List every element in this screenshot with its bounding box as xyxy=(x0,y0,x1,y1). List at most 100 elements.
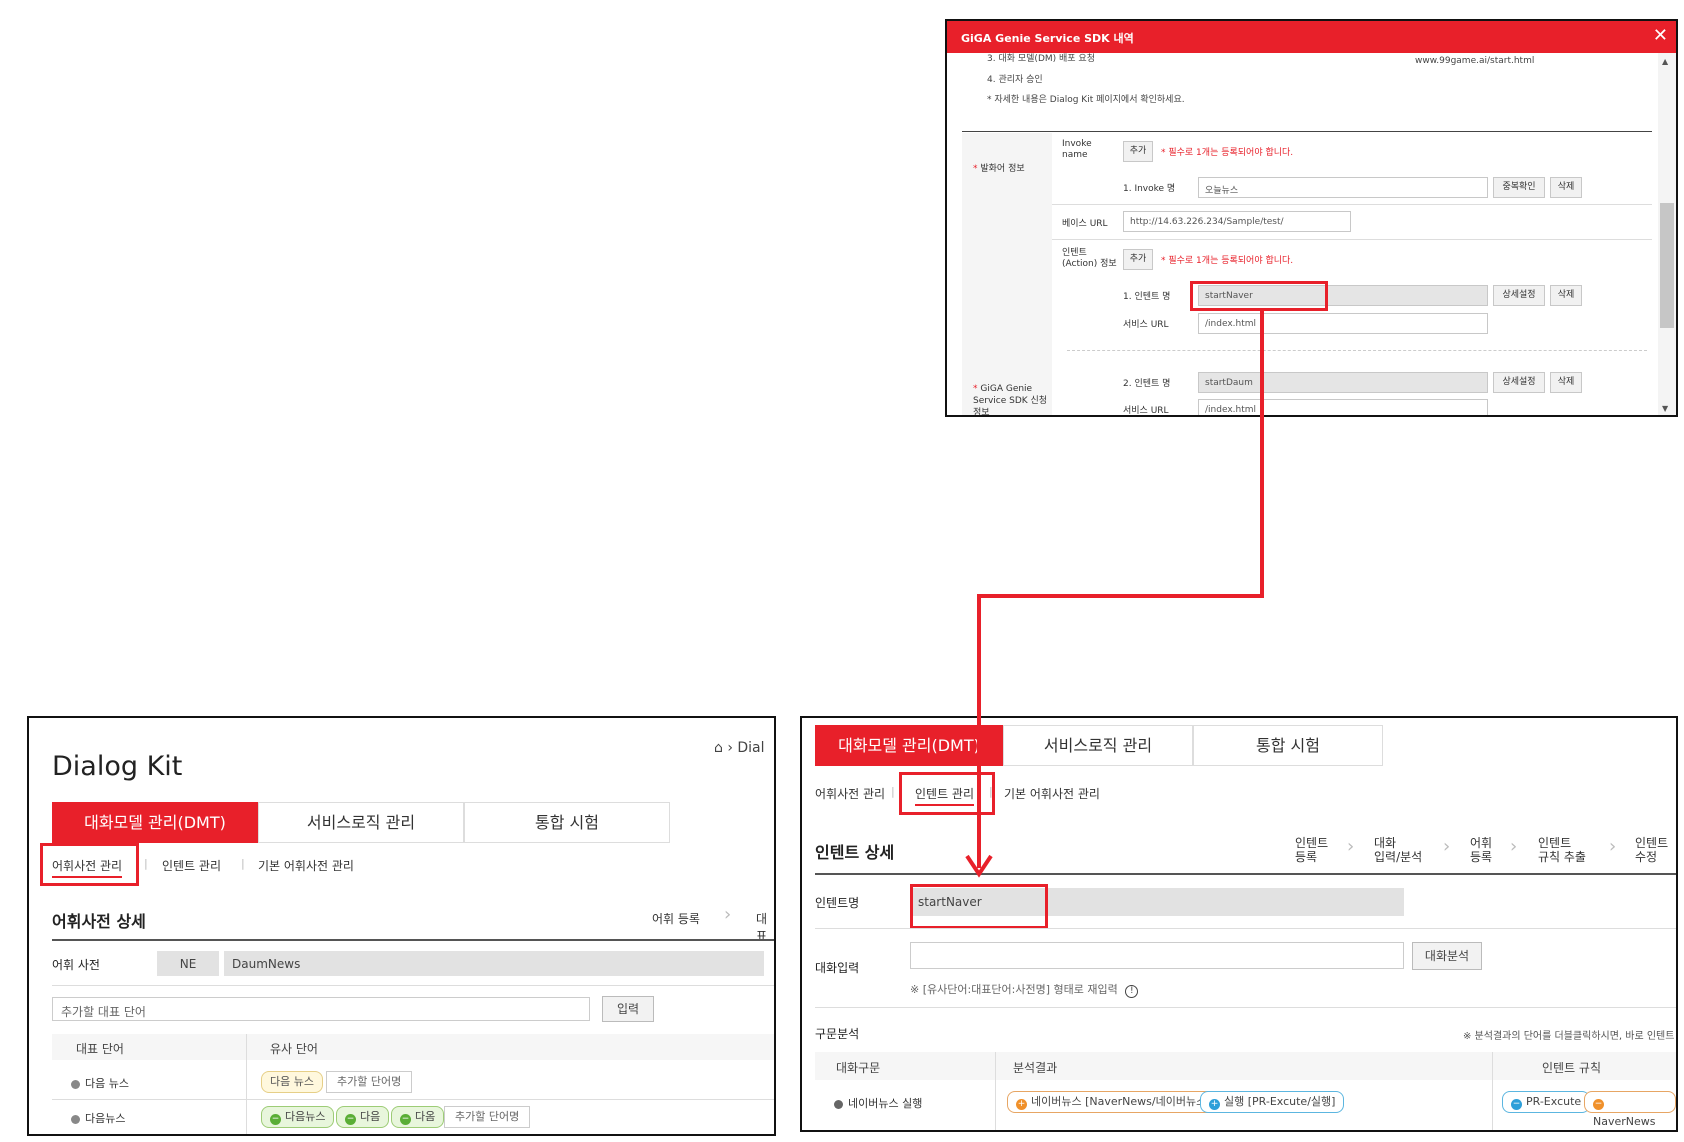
utterance-label: * 발화어 정보 xyxy=(973,164,1025,174)
similar-word-chip[interactable]: − 다음 xyxy=(336,1106,390,1128)
subnav-intent[interactable]: 인텐트 관리 xyxy=(162,857,221,874)
popup-titlebar: GiGA Genie Service SDK 내역 ✕ xyxy=(947,21,1676,53)
main-tabs: 대화모델 관리(DMT) 서비스로직 관리 통합 시험 xyxy=(815,725,1385,766)
delete-invoke-button[interactable]: 삭제 xyxy=(1550,177,1582,198)
divider xyxy=(1052,239,1652,240)
similar-word-chip[interactable]: − 다옴 xyxy=(391,1106,445,1128)
base-url-input[interactable]: http://14.63.226.234/Sample/test/ xyxy=(1123,211,1351,232)
intent-required-note: * 필수로 1개는 등록되어야 합니다. xyxy=(1161,256,1294,266)
subnav-base-dict[interactable]: 기본 어휘사전 관리 xyxy=(258,857,354,874)
intent2-delete-button[interactable]: 삭제 xyxy=(1550,372,1582,393)
tab-integration-test[interactable]: 통합 시험 xyxy=(1193,725,1383,766)
column-divider xyxy=(246,1034,247,1134)
result-chip[interactable]: + 네이버뉴스 [NaverNews/네이버뉴스] xyxy=(1007,1091,1220,1113)
add-icon: + xyxy=(1209,1099,1220,1110)
step-vocab-register: 어휘 등록 xyxy=(1470,836,1493,864)
add-similar-word-input[interactable]: 추가할 단어명 xyxy=(444,1106,531,1128)
add-intent-button[interactable]: 추가 xyxy=(1123,249,1153,270)
subnav-separator: | xyxy=(891,785,895,798)
row-divider xyxy=(52,1099,774,1100)
invoke-required-note: * 필수로 1개는 등록되어야 합니다. xyxy=(1161,148,1294,158)
intent1-label: 1. 인텐트 명 xyxy=(1123,292,1171,302)
service-url-input[interactable]: /index.html xyxy=(1198,313,1488,334)
divider xyxy=(962,131,1652,132)
subnav-vocab-dict[interactable]: 어휘사전 관리 xyxy=(815,785,885,802)
remove-icon: − xyxy=(270,1114,281,1125)
add-similar-word-input[interactable]: 추가할 단어명 xyxy=(326,1071,413,1093)
main-tabs: 대화모델 관리(DMT) 서비스로직 관리 통합 시험 xyxy=(52,802,670,843)
home-icon[interactable]: ⌂ xyxy=(714,740,723,756)
dashed-divider xyxy=(1067,350,1647,351)
table-row[interactable]: 다음뉴스 xyxy=(71,1110,125,1126)
table-header xyxy=(52,1034,774,1060)
section-title: 인텐트 상세 xyxy=(815,843,895,862)
highlight-box xyxy=(910,884,1048,929)
result-chip[interactable]: + 실행 [PR-Excute/실행] xyxy=(1200,1091,1345,1113)
step-vocab-register: 어휘 등록 xyxy=(652,912,700,926)
tab-integration-test[interactable]: 통합 시험 xyxy=(464,802,670,843)
chevron-right-icon: › xyxy=(1510,836,1518,857)
col-header-similar-word: 유사 단어 xyxy=(270,1042,318,1056)
dialog-kit-panel: ⌂ › Dial Dialog Kit 대화모델 관리(DMT) 서비스로직 관… xyxy=(27,716,776,1136)
service-url2-label: 서비스 URL xyxy=(1123,406,1169,416)
chevron-right-icon: › xyxy=(724,904,732,925)
rule-chip[interactable]: − PR-Excute xyxy=(1502,1091,1591,1113)
info-icon[interactable]: ! xyxy=(1125,985,1139,998)
table-row[interactable]: 네이버뉴스 실행 xyxy=(834,1095,922,1111)
divider xyxy=(815,1007,1676,1008)
parse-label: 구문분석 xyxy=(815,1027,860,1041)
table-row[interactable]: 다음 뉴스 xyxy=(71,1075,129,1091)
chevron-right-icon: › xyxy=(1347,836,1355,857)
intent1-detail-button[interactable]: 상세설정 xyxy=(1493,285,1545,306)
scroll-up-icon[interactable]: ▲ xyxy=(1662,57,1668,66)
add-invoke-button[interactable]: 추가 xyxy=(1123,141,1153,162)
scroll-down-icon[interactable]: ▼ xyxy=(1662,404,1668,413)
intent2-detail-button[interactable]: 상세설정 xyxy=(1493,372,1545,393)
duplicate-check-button[interactable]: 중복확인 xyxy=(1493,177,1545,198)
add-icon: + xyxy=(1016,1099,1027,1110)
add-word-input[interactable]: 추가할 대표 단어 xyxy=(52,997,590,1021)
remove-icon: − xyxy=(1511,1099,1522,1110)
scroll-thumb[interactable] xyxy=(1660,203,1674,328)
remove-icon: − xyxy=(1593,1099,1604,1110)
analyze-button[interactable]: 대화분석 xyxy=(1412,942,1482,970)
highlight-box xyxy=(899,772,995,815)
dialog-input-field[interactable] xyxy=(910,942,1404,969)
scrollbar[interactable]: ▲ ▼ xyxy=(1658,53,1676,415)
bullet-icon xyxy=(71,1114,80,1124)
section-divider xyxy=(815,873,1676,875)
intent2-label: 2. 인텐트 명 xyxy=(1123,379,1171,389)
tab-service-logic[interactable]: 서비스로직 관리 xyxy=(1003,725,1193,766)
intent2-name-input[interactable]: startDaum xyxy=(1198,372,1488,393)
section-title: 어휘사전 상세 xyxy=(52,912,146,931)
dict-label: 어휘 사전 xyxy=(52,958,100,972)
tab-service-logic[interactable]: 서비스로직 관리 xyxy=(258,802,464,843)
step-dialog-input: 대화 입력/분석 xyxy=(1374,836,1423,864)
subnav-base-dict[interactable]: 기본 어휘사전 관리 xyxy=(1004,785,1100,802)
service-url-label: 서비스 URL xyxy=(1123,320,1169,330)
parse-note: ※ 분석결과의 단어를 더블클릭하시면, 바로 인텐트 xyxy=(1463,1031,1675,1042)
section-divider xyxy=(52,939,774,941)
col-header-rep-word: 대표 단어 xyxy=(76,1042,124,1056)
invoke-label: Invoke name xyxy=(1062,139,1092,160)
similar-word-chip[interactable]: − 다음뉴스 xyxy=(261,1106,335,1128)
sdk-popup: GiGA Genie Service SDK 내역 ✕ 3. 대화 모델(DM)… xyxy=(945,19,1678,417)
tab-dmt[interactable]: 대화모델 관리(DMT) xyxy=(815,725,1003,766)
similar-word-chip[interactable]: 다음 뉴스 xyxy=(261,1071,323,1093)
breadcrumb[interactable]: ⌂ › Dial xyxy=(714,740,765,756)
step-note: * 자세한 내용은 Dialog Kit 페이지에서 확인하세요. xyxy=(987,95,1185,105)
popup-title: GiGA Genie Service SDK 내역 xyxy=(961,32,1134,45)
step-3: 3. 대화 모델(DM) 배포 요청 xyxy=(987,54,1095,64)
rule-chip[interactable]: −NaverNews xyxy=(1584,1091,1676,1128)
tab-dmt[interactable]: 대화모델 관리(DMT) xyxy=(52,802,258,843)
service-url2-input[interactable]: /index.html xyxy=(1198,399,1488,415)
divider xyxy=(815,928,1676,929)
start-url[interactable]: www.99game.ai/start.html xyxy=(1415,56,1534,66)
invoke-name-input[interactable]: 오늘뉴스 xyxy=(1198,177,1488,198)
highlight-box xyxy=(1190,281,1328,311)
close-icon[interactable]: ✕ xyxy=(1653,25,1668,46)
intent1-delete-button[interactable]: 삭제 xyxy=(1550,285,1582,306)
divider xyxy=(52,985,774,986)
input-button[interactable]: 입력 xyxy=(602,996,654,1022)
step-4: 4. 관리자 승인 xyxy=(987,75,1043,85)
